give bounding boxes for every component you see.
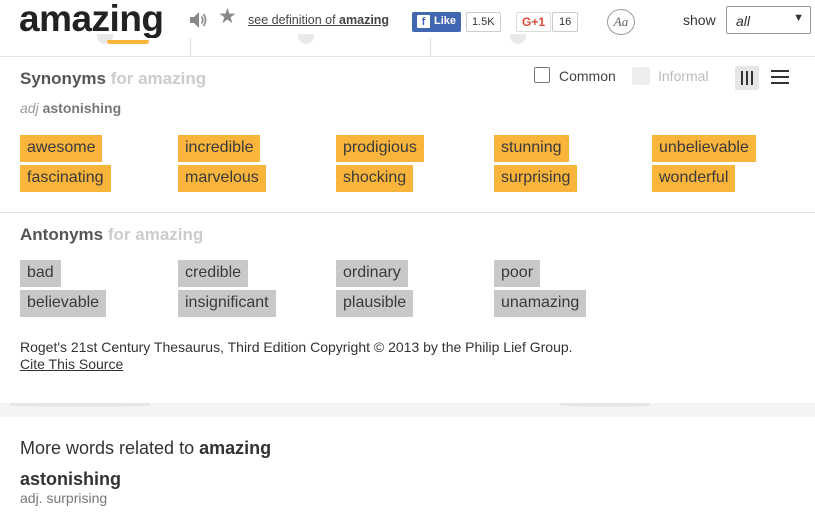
see-definition-prefix: see definition of — [248, 13, 340, 27]
copyright-text: Roget's 21st Century Thesaurus, Third Ed… — [20, 339, 573, 355]
synonyms-title: Synonyms for amazing — [20, 69, 206, 89]
synonyms-title-text: Synonyms — [20, 69, 106, 88]
card-shadow — [10, 403, 150, 407]
synonyms-subtitle: for amazing — [110, 69, 207, 88]
antonym-chip[interactable]: credible — [178, 260, 249, 287]
list-view-icon[interactable] — [771, 69, 789, 85]
section-divider — [0, 212, 815, 213]
see-definition-link[interactable]: see definition of amazing — [248, 13, 389, 27]
show-select[interactable]: all ▼ — [726, 6, 811, 34]
antonym-chip[interactable]: poor — [494, 260, 541, 287]
informal-checkbox[interactable] — [632, 67, 650, 85]
synonym-chip[interactable]: wonderful — [652, 165, 736, 192]
antonyms-title-text: Antonyms — [20, 225, 104, 244]
google-plus-button[interactable]: G+1 — [516, 12, 552, 32]
tab-divider — [190, 38, 191, 56]
informal-checkbox-label: Informal — [658, 68, 709, 84]
related-words-title: More words related to amazing — [20, 438, 271, 459]
facebook-icon: f — [417, 15, 430, 28]
synonym-chip[interactable]: marvelous — [178, 165, 266, 192]
cite-source-link[interactable]: Cite This Source — [20, 356, 123, 372]
dropdown-caret-icon: ▼ — [793, 12, 804, 24]
antonyms-subtitle: for amazing — [107, 225, 204, 244]
related-word-definition: adj. surprising — [20, 490, 108, 506]
tab-divider — [430, 38, 431, 56]
see-definition-word: amazing — [339, 13, 390, 27]
related-title-prefix: More words related to — [20, 438, 200, 458]
synonym-chip[interactable]: awesome — [20, 135, 103, 162]
sense-line: adj astonishing — [20, 100, 121, 116]
star-icon[interactable]: ★ — [218, 6, 237, 27]
font-size-icon[interactable]: Aa — [607, 9, 635, 35]
facebook-like-button[interactable]: f Like — [412, 12, 462, 32]
common-checkbox-label: Common — [559, 68, 616, 84]
common-checkbox[interactable] — [534, 67, 550, 83]
related-word-link[interactable]: astonishing — [20, 469, 121, 490]
show-selected-value: all — [736, 13, 751, 29]
synonym-chip[interactable]: shocking — [336, 165, 414, 192]
synonym-chip[interactable]: prodigious — [336, 135, 424, 162]
google-plus-count: 16 — [552, 12, 579, 32]
part-of-speech: adj — [20, 100, 39, 116]
antonym-chip[interactable]: believable — [20, 290, 107, 317]
antonym-chip[interactable]: unamazing — [494, 290, 587, 317]
antonyms-title: Antonyms for amazing — [20, 225, 203, 245]
card-shadow — [560, 403, 650, 407]
facebook-like-count: 1.5K — [466, 12, 501, 32]
synonym-chip[interactable]: fascinating — [20, 165, 111, 192]
antonym-chip[interactable]: bad — [20, 260, 61, 287]
antonym-chip[interactable]: ordinary — [336, 260, 408, 287]
antonym-chip[interactable]: insignificant — [178, 290, 276, 317]
sense-word: astonishing — [42, 100, 122, 116]
show-label: show — [683, 12, 716, 28]
speaker-icon[interactable] — [187, 9, 209, 31]
antonym-chip[interactable]: plausible — [336, 290, 414, 317]
synonym-chip[interactable]: stunning — [494, 135, 569, 162]
synonym-chip[interactable]: unbelievable — [652, 135, 756, 162]
synonym-chip[interactable]: surprising — [494, 165, 578, 192]
page-title: amazing — [19, 0, 164, 39]
column-view-icon[interactable] — [735, 66, 759, 90]
synonym-chip[interactable]: incredible — [178, 135, 261, 162]
related-title-word: amazing — [199, 438, 272, 458]
facebook-like-label: Like — [434, 15, 457, 27]
active-tab-accent — [107, 40, 149, 44]
